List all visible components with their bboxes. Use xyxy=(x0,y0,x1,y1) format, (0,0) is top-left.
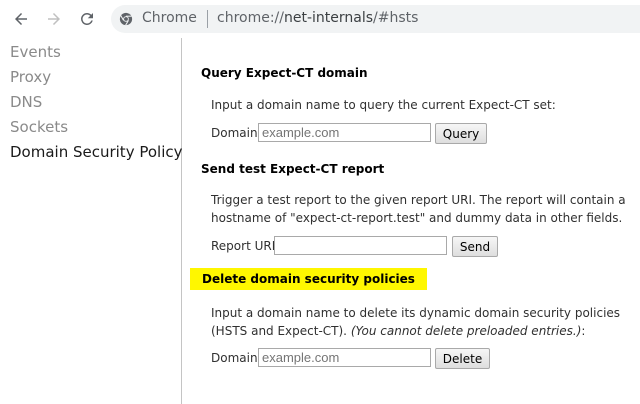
send-report-description: Trigger a test report to the given repor… xyxy=(211,193,626,225)
sidebar: Events Proxy DNS Sockets Domain Security… xyxy=(0,38,183,404)
sidebar-item-sockets[interactable]: Sockets xyxy=(10,118,68,136)
url-text[interactable]: chrome://net-internals/#hsts xyxy=(217,10,418,26)
sidebar-item-domain-security-policy[interactable]: Domain Security Policy xyxy=(10,143,183,161)
report-uri-label: Report URI: xyxy=(211,239,280,253)
url-host: net-internals xyxy=(284,10,374,26)
browser-toolbar: Chrome chrome://net-internals/#hsts xyxy=(0,0,640,38)
sidebar-item-proxy[interactable]: Proxy xyxy=(10,68,51,86)
query-ct-domain-label: Domain: xyxy=(211,126,262,140)
url-path: /#hsts xyxy=(373,10,419,26)
delete-policies-heading: Delete domain security policies xyxy=(190,268,427,290)
omnibox-label: Chrome xyxy=(142,10,197,26)
query-ct-description: Input a domain name to query the current… xyxy=(211,98,556,112)
delete-domain-input[interactable] xyxy=(258,348,431,367)
url-scheme: chrome:// xyxy=(217,10,284,26)
sidebar-item-dns[interactable]: DNS xyxy=(10,93,42,111)
send-button[interactable]: Send xyxy=(452,236,498,257)
back-icon[interactable] xyxy=(9,7,33,31)
delete-policies-description-end: : xyxy=(581,324,586,338)
report-uri-input[interactable] xyxy=(274,236,447,255)
query-ct-heading: Query Expect-CT domain xyxy=(201,66,368,80)
omnibox-divider xyxy=(207,10,208,28)
omnibox[interactable]: Chrome chrome://net-internals/#hsts xyxy=(111,5,640,33)
query-button[interactable]: Query xyxy=(435,123,487,144)
forward-icon[interactable] xyxy=(42,7,66,31)
query-ct-domain-input[interactable] xyxy=(258,123,431,142)
reload-icon[interactable] xyxy=(75,7,99,31)
delete-policies-description: Input a domain name to delete its dynami… xyxy=(211,304,636,340)
send-report-heading: Send test Expect-CT report xyxy=(201,162,385,176)
sidebar-item-events[interactable]: Events xyxy=(10,43,61,61)
delete-button[interactable]: Delete xyxy=(435,348,490,369)
delete-domain-label: Domain: xyxy=(211,351,262,365)
delete-policies-note: (You cannot delete preloaded entries.) xyxy=(350,324,582,338)
main-content: Query Expect-CT domain Input a domain na… xyxy=(182,38,640,404)
chrome-icon xyxy=(119,12,133,26)
